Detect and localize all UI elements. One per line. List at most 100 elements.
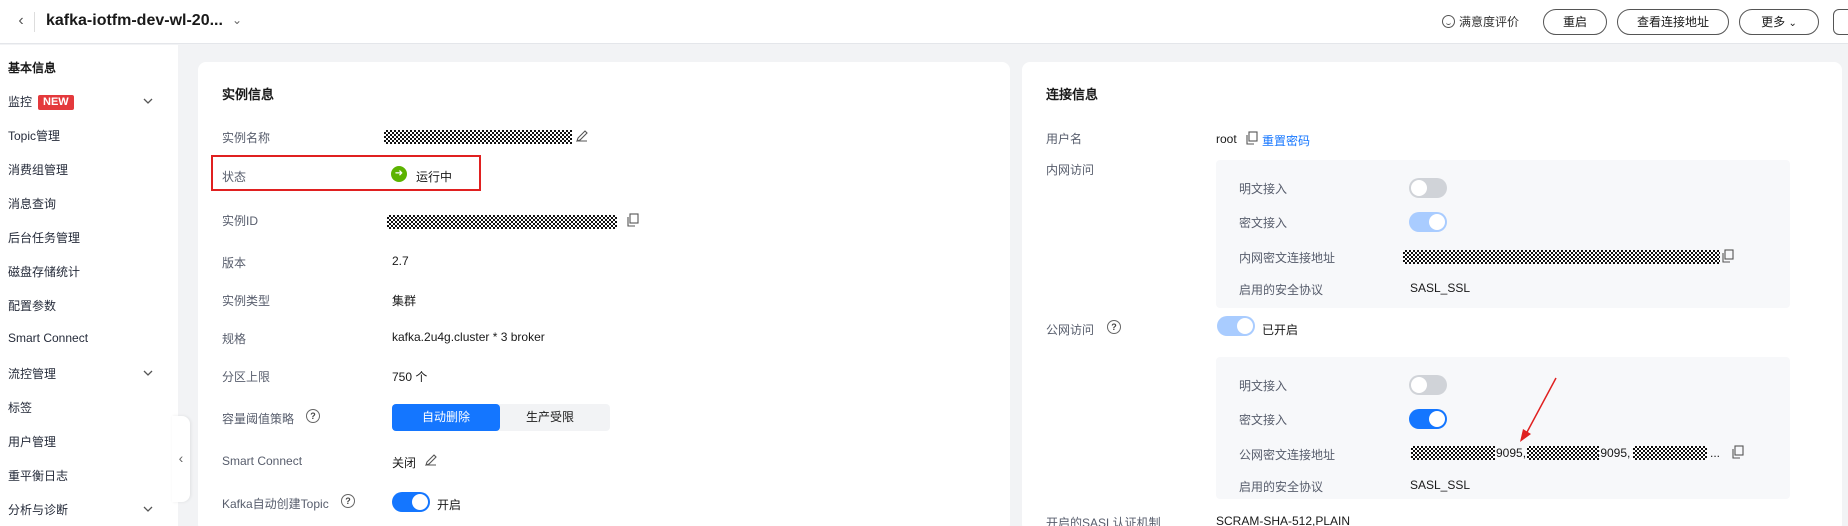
card-title: 实例信息 [222, 87, 275, 102]
instance-type-value: 集群 [392, 294, 417, 308]
more-button[interactable]: 更多 ⌄ [1739, 9, 1819, 35]
username-value: root [1216, 132, 1237, 146]
policy-option-produce-limited[interactable]: 生产受限 [490, 404, 610, 431]
spec-value: kafka.2u4g.cluster * 3 broker [392, 330, 545, 344]
intranet-access-label: 内网访问 [1046, 163, 1095, 177]
status-label: 状态 [222, 170, 247, 184]
toggle-knob [1411, 180, 1427, 196]
instance-id-value [387, 215, 617, 229]
copy-icon[interactable] [626, 213, 640, 227]
chevron-down-icon[interactable] [142, 503, 154, 515]
public-cipher-label: 密文接入 [1239, 413, 1288, 427]
policy-option-auto-delete[interactable]: 自动删除 [392, 404, 500, 431]
sidebar-item-message-query[interactable]: 消息查询 [8, 195, 56, 212]
instance-name-label: 实例名称 [222, 131, 271, 145]
copy-icon[interactable] [1721, 249, 1735, 263]
copy-icon[interactable] [1731, 445, 1745, 459]
public-address-port-2: :9095, [1597, 446, 1631, 460]
side-panel-button[interactable] [1833, 9, 1848, 35]
intranet-address-label: 内网密文连接地址 [1239, 251, 1336, 265]
intranet-plain-label: 明文接入 [1239, 182, 1288, 196]
sidebar-item-tags[interactable]: 标签 [8, 399, 32, 416]
sidebar-item-disk-stats[interactable]: 磁盘存储统计 [8, 263, 80, 280]
help-icon[interactable]: ? [341, 494, 355, 508]
chevron-down-icon[interactable] [142, 95, 154, 107]
public-cipher-toggle[interactable] [1409, 409, 1447, 429]
public-access-status: 已开启 [1262, 323, 1299, 337]
chevron-down-icon[interactable]: ⌄ [232, 13, 242, 27]
sidebar-item-monitoring[interactable]: 监控 NEW [8, 93, 74, 110]
sidebar-item-config[interactable]: 配置参数 [8, 297, 56, 314]
smart-connect-value: 关闭 [392, 456, 417, 470]
auto-create-topic-label: Kafka自动创建Topic [222, 497, 329, 511]
sidebar-item-background-tasks[interactable]: 后台任务管理 [8, 229, 80, 246]
sidebar: 基本信息 监控 NEW Topic管理 消费组管理 消息查询 后台任务管理 磁盘存… [0, 45, 178, 526]
instance-name-value [384, 130, 572, 144]
intranet-address-value [1403, 250, 1720, 264]
public-plain-label: 明文接入 [1239, 379, 1288, 393]
sidebar-item-topic[interactable]: Topic管理 [8, 127, 60, 144]
annotation-arrow-icon [1520, 377, 1557, 442]
intranet-protocol-label: 启用的安全协议 [1239, 283, 1324, 297]
card-title: 连接信息 [1046, 87, 1099, 102]
back-icon[interactable]: ‹ [12, 11, 30, 33]
toggle-knob [412, 494, 428, 510]
intranet-plain-toggle[interactable] [1409, 178, 1447, 198]
chevron-down-icon[interactable] [142, 367, 154, 379]
toggle-knob [1237, 318, 1253, 334]
running-icon: ➜ [391, 166, 407, 182]
rate-label: 满意度评价 [1459, 15, 1520, 29]
sidebar-item-flow-control[interactable]: 流控管理 [8, 365, 56, 382]
sidebar-item-users[interactable]: 用户管理 [8, 433, 56, 450]
help-icon[interactable]: ? [1107, 320, 1121, 334]
sidebar-collapse-handle[interactable]: ‹ [172, 416, 190, 502]
public-address-label: 公网密文连接地址 [1239, 448, 1336, 462]
edit-icon[interactable] [424, 453, 438, 467]
sidebar-item-rebalance-log[interactable]: 重平衡日志 [8, 467, 68, 484]
public-protocol-value: SASL_SSL [1410, 478, 1471, 492]
smile-icon [1442, 15, 1455, 28]
partition-limit-value: 750 个 [392, 370, 428, 384]
chevron-down-icon: ⌄ [1788, 18, 1797, 29]
sasl-mechanism-value: SCRAM-SHA-512,PLAIN [1216, 514, 1351, 526]
edit-icon[interactable] [575, 129, 589, 143]
public-address-masked-3 [1633, 446, 1707, 460]
sidebar-item-smart-connect[interactable]: Smart Connect [8, 331, 88, 345]
divider [34, 12, 35, 32]
reset-password-link[interactable]: 重置密码 [1262, 132, 1310, 149]
more-label: 更多 [1761, 15, 1786, 29]
toggle-knob [1411, 377, 1427, 393]
sidebar-item-diagnosis[interactable]: 分析与诊断 [8, 501, 68, 518]
help-icon[interactable]: ? [306, 409, 320, 423]
public-address-masked-1 [1411, 446, 1495, 460]
instance-info-card [198, 62, 1010, 526]
sidebar-item-basic-info[interactable]: 基本信息 [8, 59, 56, 76]
intranet-cipher-toggle[interactable] [1409, 212, 1447, 232]
username-label: 用户名 [1046, 132, 1083, 146]
version-value: 2.7 [392, 254, 409, 268]
public-access-toggle[interactable] [1217, 316, 1255, 336]
partition-limit-label: 分区上限 [222, 370, 271, 384]
public-protocol-label: 启用的安全协议 [1239, 480, 1324, 494]
restart-button[interactable]: 重启 [1543, 9, 1607, 35]
spec-label: 规格 [222, 332, 247, 346]
sasl-mechanism-label: 开启的SASL认证机制 [1046, 516, 1161, 526]
auto-create-topic-value: 开启 [437, 498, 462, 512]
sidebar-item-label: 监控 [8, 95, 33, 109]
public-address-port-1: 9095, [1496, 446, 1527, 460]
view-connection-address-button[interactable]: 查看连接地址 [1617, 9, 1729, 35]
sidebar-item-consumer-group[interactable]: 消费组管理 [8, 161, 68, 178]
public-address-ellipsis: ... [1710, 446, 1721, 460]
copy-icon[interactable] [1245, 131, 1259, 145]
public-plain-toggle[interactable] [1409, 375, 1447, 395]
toggle-knob [1429, 411, 1445, 427]
version-label: 版本 [222, 256, 247, 270]
rate-button[interactable]: 满意度评价 [1442, 13, 1519, 30]
toggle-knob [1429, 214, 1445, 230]
page-title: kafka-iotfm-dev-wl-20... [46, 12, 223, 29]
public-address-masked-2 [1527, 446, 1599, 460]
new-badge: NEW [38, 95, 74, 110]
intranet-protocol-value: SASL_SSL [1410, 281, 1471, 295]
status-value: 运行中 [416, 170, 453, 184]
auto-create-topic-toggle[interactable] [392, 492, 430, 512]
